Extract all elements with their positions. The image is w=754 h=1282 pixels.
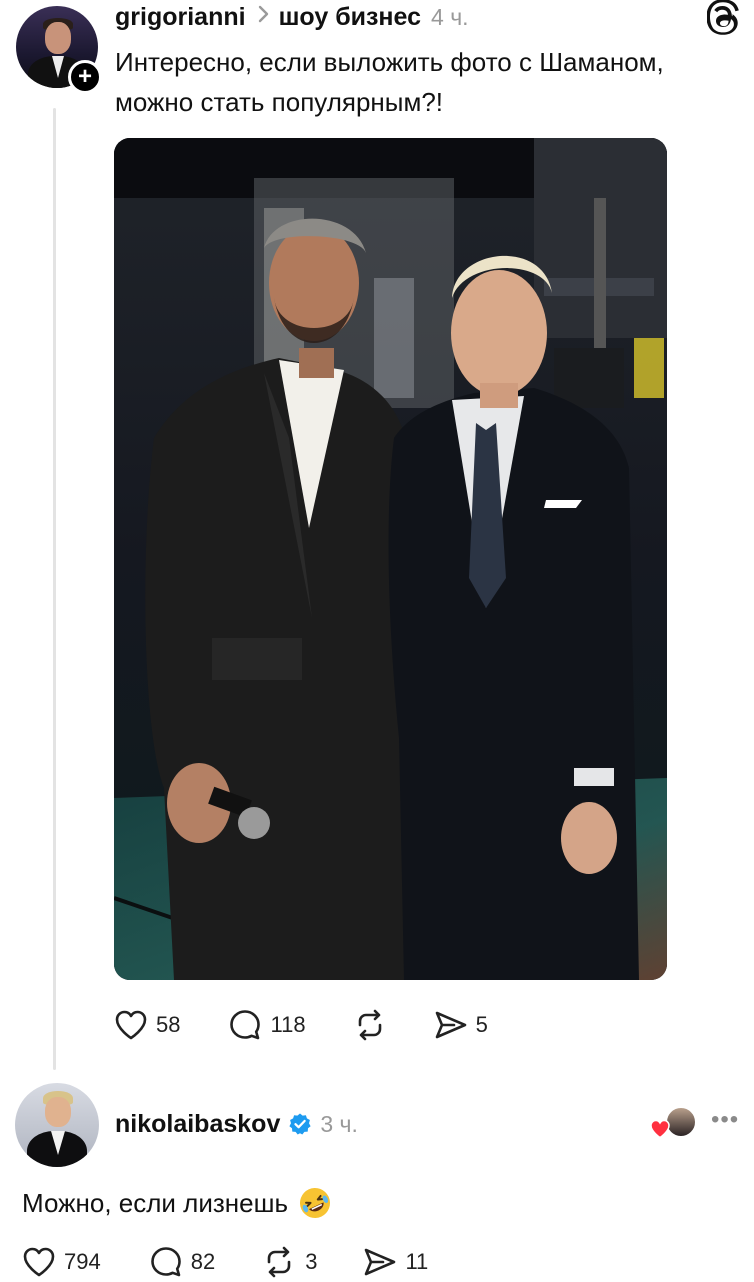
reply-like-button[interactable]: 794 [22,1246,101,1278]
reply-like-count: 794 [64,1249,101,1274]
reply-comment-button[interactable]: 82 [149,1245,215,1279]
share-count: 5 [475,1012,488,1037]
rolling-on-floor-laughing-emoji [298,1186,332,1220]
reply-repost-count: 3 [305,1249,318,1274]
heart-icon [114,1009,148,1041]
more-options-button[interactable]: ••• [711,1108,739,1132]
verified-badge-icon [288,1112,312,1136]
reply-comment-count: 82 [190,1249,216,1274]
comment-button[interactable]: 118 [228,1008,306,1042]
post-actions: 58 118 5 [114,1005,488,1045]
repost-icon [352,1008,388,1042]
post-time: 4 ч. [431,3,469,30]
comment-icon [149,1245,183,1279]
reply-author-avatar[interactable] [15,1083,99,1167]
share-button[interactable]: 5 [434,1009,488,1041]
follow-plus-button[interactable]: + [68,60,102,94]
reply-actions: 794 82 3 11 [22,1242,428,1282]
repost-icon [261,1245,297,1279]
post-header: grigorianni шоу бизнес 4 ч. [115,2,469,32]
heart-icon [22,1246,56,1278]
reply-author-username[interactable]: nikolaibaskov [115,1110,280,1139]
topic-tag[interactable]: шоу бизнес [279,3,421,32]
heart-icon [649,1118,671,1140]
repost-button[interactable] [352,1008,388,1042]
reply-text-content: Можно, если лизнешь [22,1187,288,1218]
comment-icon [228,1008,262,1042]
comment-count: 118 [270,1012,306,1037]
thread-connector-line [53,108,56,1070]
send-icon [434,1009,468,1041]
post-photo[interactable] [114,138,667,980]
reply-repost-button[interactable]: 3 [261,1245,317,1279]
chevron-right-icon [258,5,269,29]
reply-share-count: 11 [405,1249,429,1274]
reply-text: Можно, если лизнешь [22,1186,332,1220]
send-icon [363,1246,397,1278]
like-button[interactable]: 58 [114,1009,180,1041]
reply-share-button[interactable]: 11 [363,1246,428,1278]
like-count: 58 [156,1012,181,1037]
post-text: Интересно, если выложить фото с Шаманом,… [115,47,664,117]
reply-time: 3 ч. [320,1110,358,1137]
author-username[interactable]: grigorianni [115,3,246,32]
liked-by-author [649,1106,697,1142]
threads-logo-icon[interactable] [706,0,743,36]
reply-header: nikolaibaskov 3 ч. [115,1108,358,1140]
